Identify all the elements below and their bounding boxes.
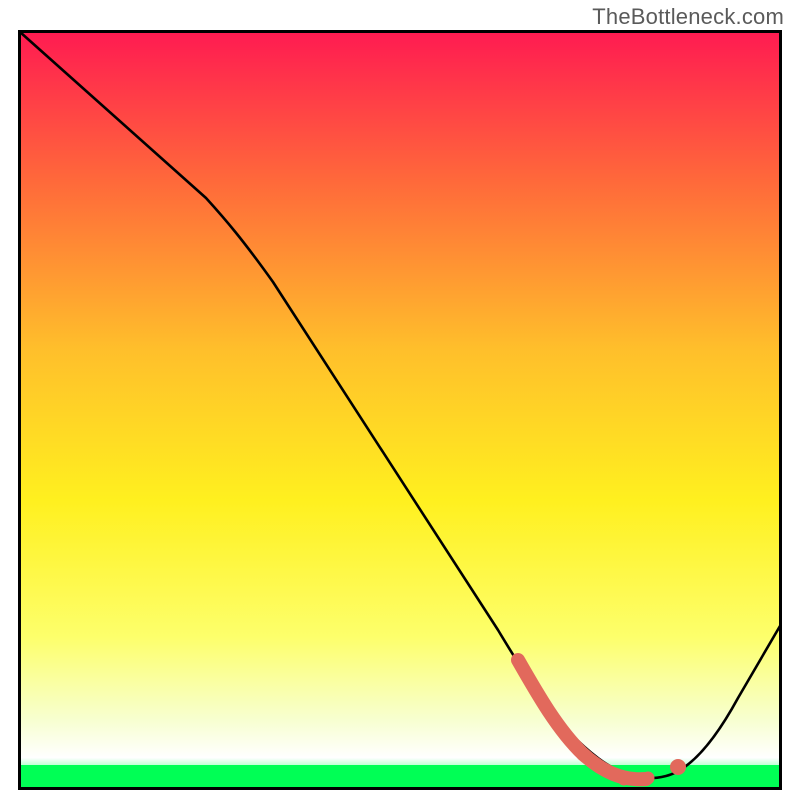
marker-gap-dot-2: [642, 772, 655, 785]
marker-end-dot: [670, 759, 686, 775]
chart-plot: [18, 30, 782, 790]
chart-svg: [18, 30, 782, 790]
marker-gap-dot-1: [618, 773, 631, 786]
chart-wrapper: TheBottleneck.com: [0, 0, 800, 800]
attribution-watermark: TheBottleneck.com: [592, 4, 784, 30]
gradient-background: [20, 32, 780, 788]
